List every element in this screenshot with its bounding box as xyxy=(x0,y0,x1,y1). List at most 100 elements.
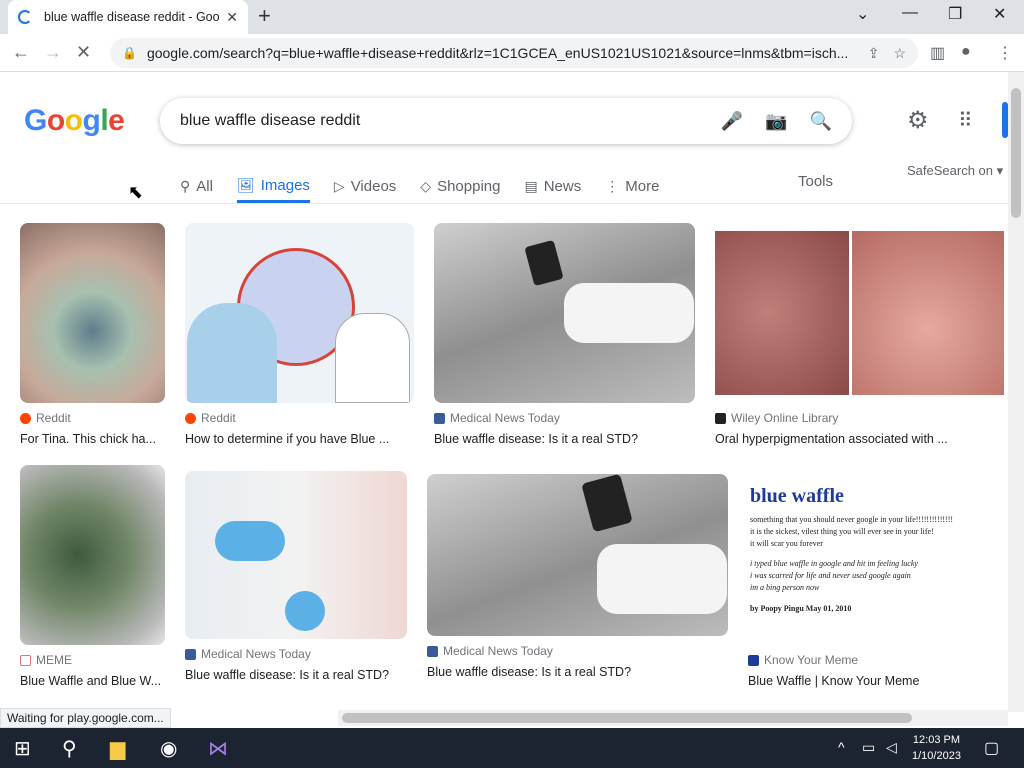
tab-title: blue waffle disease reddit - Goog xyxy=(44,10,221,24)
stop-loading-icon[interactable]: ✕ xyxy=(76,42,91,63)
result-thumbnail[interactable] xyxy=(434,223,695,403)
image-result[interactable]: Medical News Today Blue waffle disease: … xyxy=(427,474,728,679)
result-caption[interactable]: Blue waffle disease: Is it a real STD? xyxy=(434,432,695,446)
windows-taskbar: ⊞ ⚲ ▆ ◉ ⋈ ^ ▭ ◁ 12:03 PM 1/10/2023 ▢ xyxy=(0,728,1024,768)
meme-icon xyxy=(20,654,31,666)
horizontal-scroll-thumb[interactable] xyxy=(342,713,912,723)
search-icon[interactable]: 🔍 xyxy=(810,111,832,132)
search-box[interactable]: blue waffle disease reddit 🎤 📷 🔍 xyxy=(160,98,852,144)
tab-shopping[interactable]: ◇ Shopping xyxy=(420,170,500,203)
search-tabs: ⚲ All 🖼 Images ▷ Videos ◇ Shopping ▤ News ⋮ Mo… xyxy=(180,170,683,203)
tools-button[interactable]: Tools xyxy=(798,173,833,190)
result-caption[interactable]: How to determine if you have Blue ... xyxy=(185,432,414,446)
result-caption[interactable]: Blue waffle disease: Is it a real STD? xyxy=(427,665,728,679)
profile-icon[interactable]: ● xyxy=(961,43,971,61)
mnt-icon xyxy=(434,412,445,424)
address-bar[interactable]: 🔒 google.com/search?q=blue+waffle+diseas… xyxy=(110,38,918,68)
search-input[interactable]: blue waffle disease reddit xyxy=(180,112,699,130)
google-logo[interactable]: Google xyxy=(24,104,125,138)
url-text[interactable]: google.com/search?q=blue+waffle+disease+… xyxy=(147,45,854,61)
bookmark-star-icon[interactable]: ☆ xyxy=(893,45,906,62)
search-icon: ⚲ xyxy=(180,178,191,194)
status-bar: Waiting for play.google.com... xyxy=(0,708,171,728)
menu-icon[interactable]: ⋮ xyxy=(997,43,1013,63)
image-result[interactable]: Medical News Today Blue waffle disease: … xyxy=(434,223,695,446)
notification-icon[interactable]: ▢ xyxy=(984,738,999,758)
illustration-mouth xyxy=(852,231,1004,395)
illustration-glove xyxy=(285,591,325,631)
image-icon: 🖼 xyxy=(236,176,255,193)
wiley-icon xyxy=(715,412,726,424)
chrome-icon[interactable]: ◉ xyxy=(160,736,177,761)
windows-start-icon[interactable]: ⊞ xyxy=(14,736,31,761)
image-result[interactable]: blue waffle something that you should ne… xyxy=(748,465,1004,688)
mnt-icon xyxy=(185,648,196,660)
tab-bar: blue waffle disease reddit - Goog ✕ + ⌄ … xyxy=(0,0,1024,34)
mouse-cursor-icon: ⬉ xyxy=(128,182,144,202)
close-tab-icon[interactable]: ✕ xyxy=(226,9,238,26)
vertical-scroll-thumb[interactable] xyxy=(1011,88,1021,218)
tab-more[interactable]: ⋮ More xyxy=(605,170,659,203)
result-thumbnail[interactable] xyxy=(715,223,1004,403)
file-explorer-icon[interactable]: ▆ xyxy=(110,736,125,761)
mnt-icon xyxy=(427,645,438,657)
forward-icon[interactable]: → xyxy=(44,42,62,63)
illustration-glove xyxy=(215,521,285,561)
tab-images[interactable]: 🖼 Images xyxy=(236,170,310,203)
result-thumbnail[interactable]: blue waffle something that you should ne… xyxy=(748,465,1004,645)
browser-tab[interactable]: blue waffle disease reddit - Goog ✕ xyxy=(8,0,248,34)
microphone-icon[interactable]: 🎤 xyxy=(721,111,743,132)
result-thumbnail[interactable] xyxy=(185,223,414,403)
tab-search-icon[interactable]: ⌄ xyxy=(856,4,869,24)
restore-button[interactable]: ❐ xyxy=(948,4,962,24)
safesearch-toggle[interactable]: SafeSearch on ▾ xyxy=(907,163,1003,179)
minimize-button[interactable]: — xyxy=(902,4,918,22)
tray-chevron-icon[interactable]: ^ xyxy=(838,739,845,755)
clock[interactable]: 12:03 PM 1/10/2023 xyxy=(912,732,961,764)
gear-icon[interactable]: ⚙ xyxy=(907,106,929,135)
image-result[interactable]: Reddit For Tina. This chick ha... xyxy=(20,223,165,446)
illustration-phone xyxy=(524,239,564,287)
kym-icon xyxy=(748,654,759,666)
video-icon: ▷ xyxy=(333,178,345,194)
illustration-tongue xyxy=(715,231,849,395)
reddit-icon xyxy=(185,412,196,424)
browser-toolbar: ← → ✕ 🔒 google.com/search?q=blue+waffle+… xyxy=(0,34,1024,72)
meme-word: blue waffle xyxy=(750,485,844,507)
share-icon[interactable]: ⇪ xyxy=(868,45,880,62)
result-caption[interactable]: For Tina. This chick ha... xyxy=(20,432,165,446)
result-thumbnail[interactable] xyxy=(427,474,728,636)
result-caption[interactable]: Blue Waffle | Know Your Meme xyxy=(748,674,1004,688)
divider xyxy=(0,203,1008,204)
lock-icon[interactable]: 🔒 xyxy=(122,46,137,60)
tab-all[interactable]: ⚲ All xyxy=(180,170,213,203)
illustration-phone xyxy=(581,474,633,533)
close-window-button[interactable]: ✕ xyxy=(993,4,1006,24)
camera-search-icon[interactable]: 📷 xyxy=(765,111,787,132)
new-tab-button[interactable]: + xyxy=(258,5,271,27)
image-result[interactable]: Wiley Online Library Oral hyperpigmentat… xyxy=(715,223,1004,446)
illustration-shirt xyxy=(597,544,727,614)
result-thumbnail[interactable] xyxy=(185,471,407,639)
image-result[interactable]: Reddit How to determine if you have Blue… xyxy=(185,223,414,446)
result-thumbnail[interactable] xyxy=(20,465,165,645)
image-result[interactable]: Medical News Today Blue waffle disease: … xyxy=(185,471,407,682)
result-caption[interactable]: Oral hyperpigmentation associated with .… xyxy=(715,432,1004,446)
apps-grid-icon[interactable]: ⠿ xyxy=(958,108,973,133)
visual-studio-icon[interactable]: ⋈ xyxy=(208,736,228,761)
result-thumbnail[interactable] xyxy=(20,223,165,403)
result-caption[interactable]: Blue Waffle and Blue W... xyxy=(20,674,165,688)
illustration-shirt xyxy=(564,283,694,343)
side-panel-icon[interactable]: ▥ xyxy=(930,43,945,63)
tab-news[interactable]: ▤ News xyxy=(524,170,581,203)
tag-icon: ◇ xyxy=(420,178,432,194)
tab-videos[interactable]: ▷ Videos xyxy=(334,170,396,203)
image-result[interactable]: MEME Blue Waffle and Blue W... xyxy=(20,465,165,688)
result-caption[interactable]: Blue waffle disease: Is it a real STD? xyxy=(185,668,407,682)
search-icon[interactable]: ⚲ xyxy=(62,736,77,761)
volume-icon[interactable]: ◁ xyxy=(886,739,897,756)
back-icon[interactable]: ← xyxy=(12,42,30,63)
illustration-doctor xyxy=(335,313,410,403)
network-icon[interactable]: ▭ xyxy=(862,739,875,756)
loading-icon xyxy=(18,10,32,24)
